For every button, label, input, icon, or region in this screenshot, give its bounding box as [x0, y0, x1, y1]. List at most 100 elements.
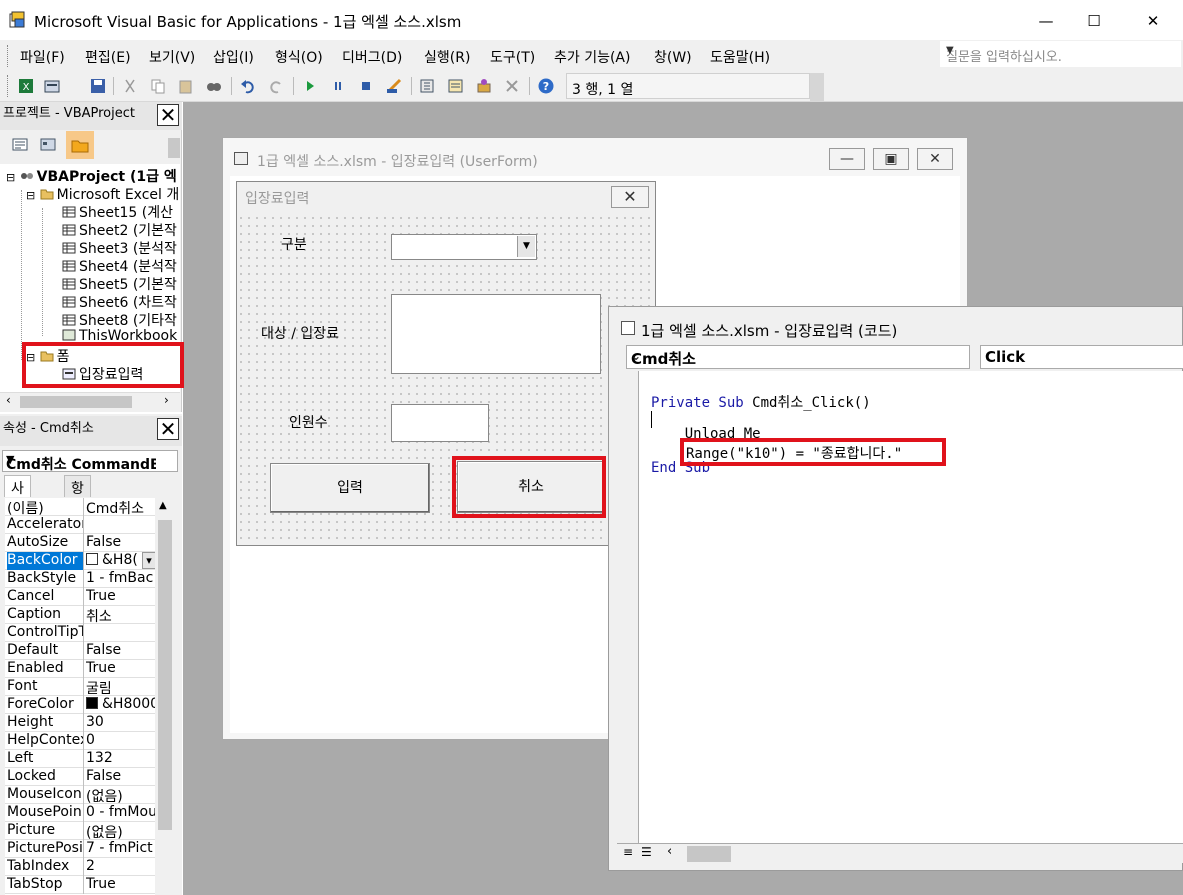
- property-row[interactable]: Accelerator: [5, 516, 155, 534]
- property-row[interactable]: ForeColor &H8000: [5, 696, 155, 714]
- property-name[interactable]: Left: [7, 750, 84, 768]
- property-row[interactable]: Picture (없음): [5, 822, 155, 840]
- tree-node-vbaproject[interactable]: ⊟ VBAProject (1급 엑: [6, 166, 177, 185]
- property-value[interactable]: &H8(▾: [86, 552, 155, 570]
- property-row[interactable]: TabIndex 2: [5, 858, 155, 876]
- toolbar-overflow-button[interactable]: [810, 73, 824, 101]
- close-icon[interactable]: ✕: [157, 104, 179, 126]
- menu-window[interactable]: 창(W): [654, 47, 692, 67]
- property-row[interactable]: TabStop True: [5, 876, 155, 894]
- undo-icon[interactable]: [240, 78, 256, 94]
- property-value[interactable]: 1 - fmBac: [86, 570, 155, 588]
- property-name[interactable]: ForeColor: [7, 696, 84, 714]
- redo-icon[interactable]: [268, 78, 284, 94]
- property-row[interactable]: HelpContex 0: [5, 732, 155, 750]
- property-row[interactable]: Default False: [5, 642, 155, 660]
- property-name[interactable]: BackColor: [7, 552, 84, 570]
- copy-icon[interactable]: [150, 78, 166, 94]
- minimize-button[interactable]: —: [829, 148, 865, 170]
- tree-node-sheet8[interactable]: Sheet8 (기타작: [62, 310, 177, 329]
- property-name[interactable]: AutoSize: [7, 534, 84, 552]
- close-button[interactable]: ✕: [1130, 6, 1176, 36]
- menu-tools[interactable]: 도구(T): [490, 47, 535, 67]
- object-dropdown[interactable]: Cmd취소 ⌄: [626, 345, 970, 369]
- insert-userform-icon[interactable]: [44, 78, 60, 94]
- help-search-input[interactable]: 질문을 입력하십시오. ▼: [940, 41, 1181, 67]
- property-value[interactable]: Cmd취소: [86, 498, 155, 516]
- property-value[interactable]: False: [86, 534, 155, 552]
- property-row[interactable]: MouseIcon (없음): [5, 786, 155, 804]
- property-row[interactable]: Caption 취소: [5, 606, 155, 624]
- property-name[interactable]: TabStop: [7, 876, 84, 894]
- pause-icon[interactable]: [330, 78, 346, 94]
- code-editor[interactable]: Private Sub Cmd취소_Click() Unload Me Rang…: [639, 371, 1183, 843]
- view-object-icon[interactable]: [36, 133, 60, 157]
- property-value[interactable]: True: [86, 876, 155, 894]
- project-explorer-icon[interactable]: [420, 78, 436, 94]
- procedure-dropdown[interactable]: Click: [980, 345, 1183, 369]
- code-margin[interactable]: [617, 371, 639, 843]
- count-textbox[interactable]: [391, 404, 489, 442]
- tree-node-thisworkbook[interactable]: ThisWorkbook: [62, 328, 177, 346]
- property-row[interactable]: Enabled True: [5, 660, 155, 678]
- property-value[interactable]: False: [86, 642, 155, 660]
- chevron-down-icon[interactable]: ▼: [517, 236, 535, 257]
- scroll-up-icon[interactable]: ▲: [159, 500, 167, 511]
- close-icon[interactable]: ✕: [157, 418, 179, 440]
- property-name[interactable]: Default: [7, 642, 84, 660]
- label-count[interactable]: 인원수: [289, 412, 328, 432]
- property-value[interactable]: True: [86, 588, 155, 606]
- property-row[interactable]: BackStyle 1 - fmBac: [5, 570, 155, 588]
- tab-categorized[interactable]: 항목별: [64, 475, 91, 537]
- label-target-fee[interactable]: 대상 / 입장료: [261, 323, 339, 343]
- view-code-icon[interactable]: [8, 133, 32, 157]
- run-icon[interactable]: [302, 78, 318, 94]
- paste-icon[interactable]: [178, 78, 194, 94]
- code-line-1[interactable]: Private Sub Cmd취소_Click(): [651, 392, 871, 412]
- tree-node-sheet2[interactable]: Sheet2 (기본작: [62, 220, 177, 239]
- property-row[interactable]: BackColor &H8(▾: [5, 552, 155, 570]
- property-row[interactable]: PicturePosi 7 - fmPict: [5, 840, 155, 858]
- property-name[interactable]: Height: [7, 714, 84, 732]
- find-icon[interactable]: [206, 78, 222, 94]
- close-button[interactable]: ✕: [917, 148, 953, 170]
- property-value[interactable]: 30: [86, 714, 155, 732]
- code-line-4[interactable]: End Sub: [651, 460, 710, 476]
- tree-node-sheet6[interactable]: Sheet6 (차트작: [62, 292, 177, 311]
- property-name[interactable]: BackStyle: [7, 570, 84, 588]
- target-fee-listbox[interactable]: [391, 294, 601, 374]
- property-name[interactable]: Font: [7, 678, 84, 696]
- property-name[interactable]: TabIndex: [7, 858, 84, 876]
- property-grid-vscroll[interactable]: ▲: [156, 498, 174, 895]
- toolbar-grip[interactable]: [7, 75, 10, 97]
- property-name[interactable]: PicturePosi: [7, 840, 84, 858]
- menu-file[interactable]: 파일(F): [20, 47, 65, 67]
- cancel-button[interactable]: 취소: [457, 461, 605, 513]
- property-row[interactable]: ControlTipT: [5, 624, 155, 642]
- property-value[interactable]: (없음): [86, 786, 155, 804]
- close-icon[interactable]: ✕: [611, 186, 649, 208]
- property-name[interactable]: MouseIcon: [7, 786, 84, 804]
- property-name[interactable]: Caption: [7, 606, 84, 624]
- property-name[interactable]: MousePoin: [7, 804, 84, 822]
- menu-debug[interactable]: 디버그(D): [342, 47, 402, 67]
- scroll-left-icon[interactable]: ‹: [667, 844, 672, 859]
- cut-icon[interactable]: [122, 78, 138, 94]
- property-name[interactable]: HelpContex: [7, 732, 84, 750]
- userform-surface[interactable]: 입장료입력 ✕ 구분 ▼ 대상 / 입장료 인원수 입력 취소: [236, 181, 656, 546]
- property-value[interactable]: 0: [86, 732, 155, 750]
- category-combobox[interactable]: ▼: [391, 234, 537, 260]
- toolbar-scroll[interactable]: [168, 138, 180, 158]
- scroll-left-icon[interactable]: ‹: [6, 393, 11, 407]
- property-name[interactable]: ControlTipT: [7, 624, 84, 642]
- tree-node-sheet5[interactable]: Sheet5 (기본작: [62, 274, 177, 293]
- excel-view-icon[interactable]: X: [18, 78, 34, 94]
- menu-insert[interactable]: 삽입(I): [213, 47, 254, 67]
- input-button[interactable]: 입력: [270, 463, 430, 513]
- property-name[interactable]: Cancel: [7, 588, 84, 606]
- save-icon[interactable]: [90, 78, 106, 94]
- property-value[interactable]: [86, 516, 155, 534]
- tree-node-sheet3[interactable]: Sheet3 (분석작: [62, 238, 177, 257]
- tree-node-forms[interactable]: ⊟ 폼: [26, 346, 70, 365]
- project-tree-hscroll[interactable]: ‹ ›: [0, 392, 180, 410]
